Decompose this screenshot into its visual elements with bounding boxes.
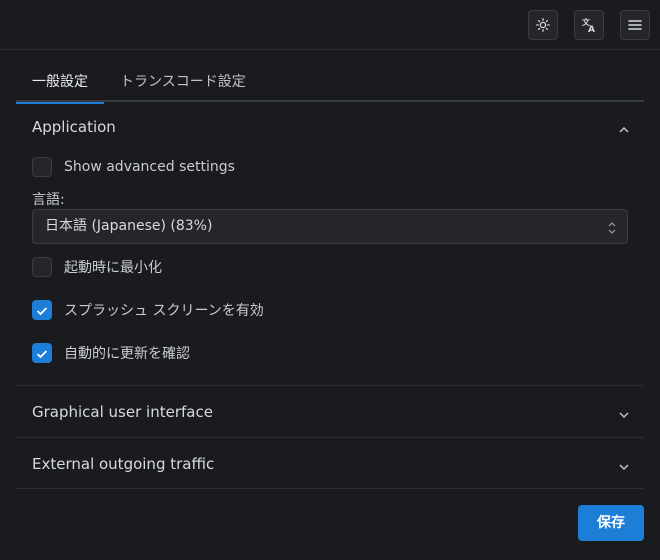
save-button[interactable]: 保存 xyxy=(578,505,644,541)
language-select[interactable]: 日本語 (Japanese) (83%) xyxy=(32,209,628,244)
enable-splash-screen-checkbox[interactable]: スプラッシュ スクリーンを有効 xyxy=(32,300,264,320)
checkbox-box[interactable] xyxy=(32,300,52,320)
language-select-value: 日本語 (Japanese) (83%) xyxy=(45,218,213,234)
tab-transcode-settings[interactable]: トランスコード設定 xyxy=(104,62,262,102)
language-button[interactable]: 文 A xyxy=(574,10,604,40)
auto-update-check-checkbox[interactable]: 自動的に更新を確認 xyxy=(32,343,190,363)
theme-toggle-button[interactable] xyxy=(528,10,558,40)
checkbox-label: 自動的に更新を確認 xyxy=(64,346,190,362)
section-title: Application xyxy=(32,118,116,136)
svg-text:A: A xyxy=(588,25,595,33)
section-title: Graphical user interface xyxy=(32,403,213,421)
language-label: 言語: xyxy=(32,192,65,208)
top-bar: 文 A xyxy=(0,0,660,50)
translate-icon: 文 A xyxy=(581,17,597,33)
chevron-up-icon xyxy=(618,121,630,140)
check-icon xyxy=(36,344,48,363)
section-outgoing-traffic-header[interactable]: External outgoing traffic xyxy=(16,438,644,490)
section-gui-header[interactable]: Graphical user interface xyxy=(16,386,644,438)
section-application-header[interactable]: Application xyxy=(16,101,644,153)
tab-general-settings[interactable]: 一般設定 xyxy=(16,62,104,104)
section-title: External outgoing traffic xyxy=(32,455,215,473)
menu-button[interactable] xyxy=(620,10,650,40)
checkbox-label: 起動時に最小化 xyxy=(64,260,162,276)
sun-icon xyxy=(536,18,550,32)
checkbox-label: スプラッシュ スクリーンを有効 xyxy=(64,303,264,319)
checkbox-box[interactable] xyxy=(32,157,52,177)
chevron-down-icon xyxy=(618,458,630,477)
checkbox-box[interactable] xyxy=(32,257,52,277)
settings-tabs: 一般設定 トランスコード設定 xyxy=(16,62,644,104)
section-divider xyxy=(16,488,644,489)
hamburger-menu-icon xyxy=(628,19,642,31)
minimize-on-startup-checkbox[interactable]: 起動時に最小化 xyxy=(32,257,162,277)
chevron-down-icon xyxy=(618,406,630,425)
show-advanced-settings-checkbox[interactable]: Show advanced settings xyxy=(32,157,235,177)
checkbox-box[interactable] xyxy=(32,343,52,363)
selector-caret-icon xyxy=(607,220,617,239)
checkbox-label: Show advanced settings xyxy=(64,159,235,175)
check-icon xyxy=(36,301,48,320)
